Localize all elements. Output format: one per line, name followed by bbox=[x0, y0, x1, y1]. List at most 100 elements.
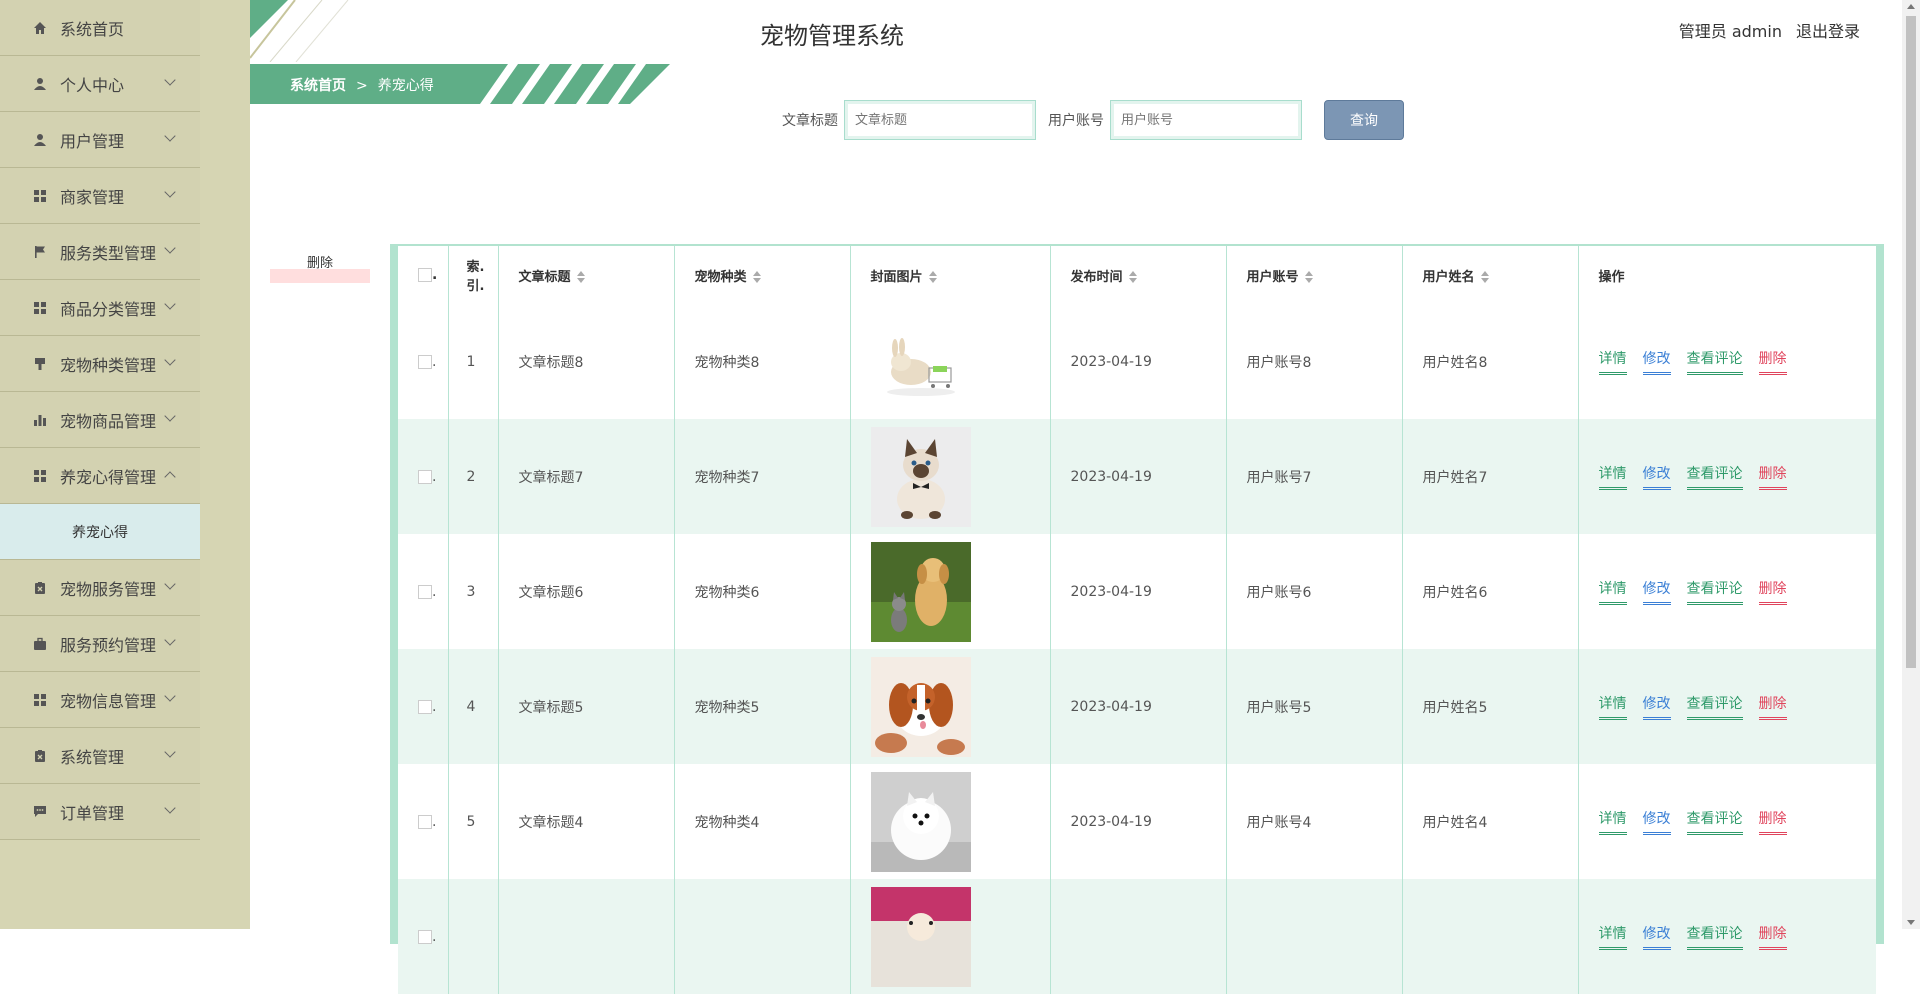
cover-header[interactable]: 封面图片 bbox=[850, 246, 1051, 304]
detail-link[interactable]: 详情 bbox=[1598, 578, 1627, 605]
species-header[interactable]: 宠物种类 bbox=[674, 246, 851, 304]
sort-icon[interactable] bbox=[1480, 271, 1489, 283]
scrollbar-thumb[interactable] bbox=[1906, 16, 1916, 668]
view-comments-link[interactable]: 查看评论 bbox=[1686, 578, 1743, 605]
row-select-cell[interactable]: . bbox=[398, 534, 449, 649]
row-checkbox[interactable] bbox=[418, 699, 432, 714]
sidebar-item[interactable]: 宠物服务管理 bbox=[0, 560, 200, 616]
view-comments-link[interactable]: 查看评论 bbox=[1686, 463, 1743, 490]
sort-icon[interactable] bbox=[576, 271, 585, 283]
table-row: . 1 文章标题8 宠物种类8 2023-04-19 用户账号8 用户姓名8 详情 修改 查看评论… bbox=[398, 304, 1876, 419]
search-bar: 文章标题 用户账号 查询 bbox=[782, 100, 1404, 140]
time-header[interactable]: 发布时间 bbox=[1050, 246, 1227, 304]
edit-link[interactable]: 修改 bbox=[1642, 463, 1671, 490]
cover-image[interactable] bbox=[870, 771, 1049, 872]
select-all-checkbox[interactable] bbox=[418, 268, 432, 282]
delete-link[interactable]: 删除 bbox=[1758, 923, 1787, 950]
sidebar-item[interactable]: 宠物种类管理 bbox=[0, 336, 200, 392]
sidebar-item[interactable]: 服务类型管理 bbox=[0, 224, 200, 280]
row-actions: 详情 修改 查看评论 删除 bbox=[1578, 304, 1876, 419]
edit-link[interactable]: 修改 bbox=[1642, 578, 1671, 605]
detail-link[interactable]: 详情 bbox=[1598, 808, 1627, 835]
delete-link[interactable]: 删除 bbox=[1758, 808, 1787, 835]
sidebar-item[interactable]: 订单管理 bbox=[0, 784, 200, 840]
row-checkbox[interactable] bbox=[418, 469, 432, 484]
row-account: 用户账号5 bbox=[1226, 649, 1403, 764]
sort-icon[interactable] bbox=[1304, 271, 1313, 283]
table-row: . 4 文章标题5 宠物种类5 2023-04-19 用户账号5 用户姓名5 详情 修改 查看评论… bbox=[398, 649, 1876, 764]
sidebar-item[interactable]: 宠物信息管理 bbox=[0, 672, 200, 728]
row-checkbox[interactable] bbox=[418, 584, 432, 599]
edit-link[interactable]: 修改 bbox=[1642, 923, 1671, 950]
cover-image[interactable] bbox=[870, 311, 1049, 412]
bulk-delete-button[interactable]: 删除 bbox=[270, 255, 370, 283]
edit-link[interactable]: 修改 bbox=[1642, 348, 1671, 375]
sidebar-item[interactable]: 服务预约管理 bbox=[0, 616, 200, 672]
sidebar-item[interactable]: 养宠心得管理 bbox=[0, 448, 200, 504]
sidebar-item[interactable]: 商品分类管理 bbox=[0, 280, 200, 336]
sidebar-item[interactable]: 个人中心 bbox=[0, 56, 200, 112]
sidebar-item[interactable]: 商家管理 bbox=[0, 168, 200, 224]
delete-link[interactable]: 删除 bbox=[1758, 693, 1787, 720]
table-header-row: . 索.引. 文章标题 宠物种类 封面图片 发布时间 用户账号 用户姓名 操作 bbox=[398, 246, 1876, 304]
sort-icon[interactable] bbox=[1128, 271, 1137, 283]
sidebar-item-label: 商品分类管理 bbox=[60, 299, 157, 319]
sort-icon[interactable] bbox=[752, 271, 761, 283]
sidebar-item[interactable]: 系统管理 bbox=[0, 728, 200, 784]
title-search-label: 文章标题 bbox=[782, 113, 838, 129]
sidebar-item[interactable]: 系统首页 bbox=[0, 0, 200, 56]
account-header[interactable]: 用户账号 bbox=[1226, 246, 1403, 304]
name-header[interactable]: 用户姓名 bbox=[1402, 246, 1579, 304]
cover-image[interactable] bbox=[870, 541, 1049, 642]
title-search-input[interactable] bbox=[844, 100, 1036, 140]
row-species: 宠物种类4 bbox=[674, 764, 851, 879]
row-time: 2023-04-19 bbox=[1050, 764, 1227, 879]
index-header: 索.引. bbox=[448, 246, 499, 304]
row-select-cell[interactable]: . bbox=[398, 649, 449, 764]
chevron-down-icon bbox=[164, 746, 176, 758]
ops-header: 操作 bbox=[1578, 246, 1876, 304]
sidebar-subitem[interactable]: 养宠心得 bbox=[0, 504, 200, 560]
detail-link[interactable]: 详情 bbox=[1598, 923, 1627, 950]
sidebar-item-label: 系统管理 bbox=[60, 747, 125, 767]
row-select-cell[interactable]: . bbox=[398, 879, 449, 994]
row-actions: 详情 修改 查看评论 删除 bbox=[1578, 419, 1876, 534]
row-select-cell[interactable]: . bbox=[398, 304, 449, 419]
detail-link[interactable]: 详情 bbox=[1598, 693, 1627, 720]
select-all-header[interactable]: . bbox=[398, 246, 449, 304]
account-search-input[interactable] bbox=[1110, 100, 1302, 140]
detail-link[interactable]: 详情 bbox=[1598, 463, 1627, 490]
row-checkbox[interactable] bbox=[418, 354, 432, 369]
row-select-cell[interactable]: . bbox=[398, 419, 449, 534]
search-button[interactable]: 查询 bbox=[1324, 100, 1404, 140]
cover-image[interactable] bbox=[870, 426, 1049, 527]
view-comments-link[interactable]: 查看评论 bbox=[1686, 693, 1743, 720]
logout-link[interactable]: 退出登录 bbox=[1796, 22, 1860, 41]
delete-link[interactable]: 删除 bbox=[1758, 578, 1787, 605]
edit-link[interactable]: 修改 bbox=[1642, 808, 1671, 835]
detail-link[interactable]: 详情 bbox=[1598, 348, 1627, 375]
breadcrumb-home-link[interactable]: 系统首页 bbox=[290, 78, 346, 94]
cover-image[interactable] bbox=[870, 656, 1049, 757]
page-scrollbar[interactable] bbox=[1902, 0, 1920, 929]
sidebar-item[interactable]: 宠物商品管理 bbox=[0, 392, 200, 448]
row-actions: 详情 修改 查看评论 删除 bbox=[1578, 534, 1876, 649]
cover-image[interactable] bbox=[870, 886, 1049, 987]
title-header[interactable]: 文章标题 bbox=[498, 246, 675, 304]
view-comments-link[interactable]: 查看评论 bbox=[1686, 808, 1743, 835]
sidebar-item[interactable]: 用户管理 bbox=[0, 112, 200, 168]
scroll-up-icon[interactable] bbox=[1907, 4, 1915, 9]
delete-link[interactable]: 删除 bbox=[1758, 463, 1787, 490]
view-comments-link[interactable]: 查看评论 bbox=[1686, 348, 1743, 375]
sort-icon[interactable] bbox=[928, 271, 937, 283]
articles-table-container: . 索.引. 文章标题 宠物种类 封面图片 发布时间 用户账号 用户姓名 操作 … bbox=[390, 244, 1884, 994]
scroll-down-icon[interactable] bbox=[1907, 920, 1915, 925]
row-select-cell[interactable]: . bbox=[398, 764, 449, 879]
view-comments-link[interactable]: 查看评论 bbox=[1686, 923, 1743, 950]
row-checkbox[interactable] bbox=[418, 814, 432, 829]
row-time bbox=[1050, 879, 1227, 994]
edit-link[interactable]: 修改 bbox=[1642, 693, 1671, 720]
bar-chart-icon bbox=[32, 412, 48, 428]
row-checkbox[interactable] bbox=[418, 929, 432, 944]
delete-link[interactable]: 删除 bbox=[1758, 348, 1787, 375]
